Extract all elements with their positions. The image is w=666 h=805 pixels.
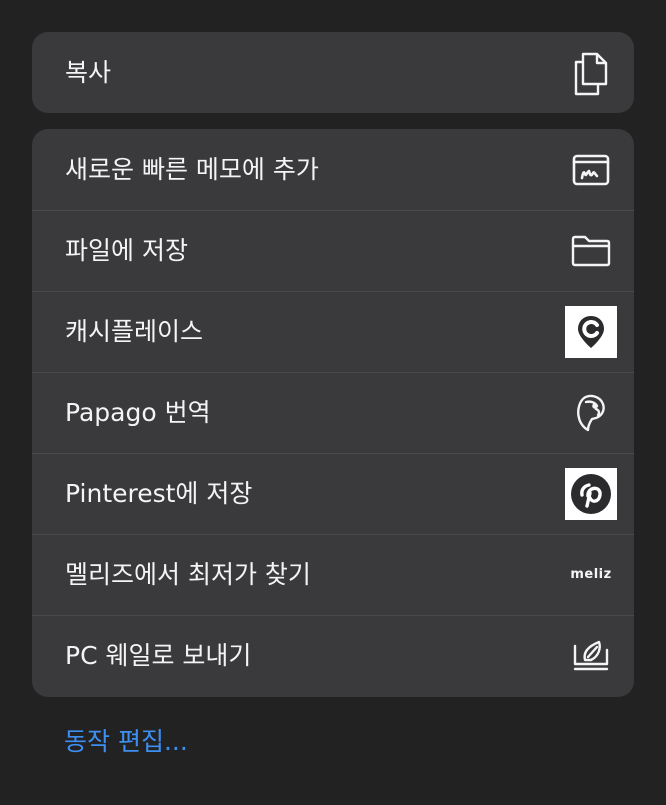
copy-group: 복사 (32, 32, 634, 113)
quick-note-icon (565, 144, 617, 196)
action-label: 멜리즈에서 최저가 찾기 (65, 560, 311, 589)
copy-icon (565, 47, 617, 99)
action-label: Pinterest에 저장 (65, 479, 253, 508)
cashplace-logo-icon (565, 305, 617, 358)
action-label: 캐시플레이스 (65, 317, 204, 346)
action-whale-send[interactable]: PC 웨일로 보내기 (32, 615, 634, 696)
action-save-to-files[interactable]: 파일에 저장 (32, 210, 634, 291)
action-cashplace[interactable]: 캐시플레이스 (32, 291, 634, 372)
action-label: 파일에 저장 (65, 236, 188, 265)
action-papago-translate[interactable]: Papago 번역 (32, 372, 634, 453)
whale-send-icon (565, 630, 617, 682)
copy-action[interactable]: 복사 (32, 32, 634, 113)
action-label: Papago 번역 (65, 398, 211, 427)
meliz-logo-text: meliz (570, 567, 612, 582)
action-pinterest-save[interactable]: Pinterest에 저장 (32, 453, 634, 534)
action-meliz-lowest-price[interactable]: 멜리즈에서 최저가 찾기 meliz (32, 534, 634, 615)
pinterest-logo-icon (565, 467, 617, 520)
share-actions-group: 새로운 빠른 메모에 추가 파일에 저장 캐시플레이스 Papago 번역 Pi… (32, 129, 634, 697)
copy-label: 복사 (65, 58, 112, 87)
papago-parrot-icon (565, 387, 617, 439)
edit-actions-link[interactable]: 동작 편집... (64, 722, 188, 758)
folder-icon (565, 225, 617, 277)
action-label: PC 웨일로 보내기 (65, 641, 252, 670)
action-quick-note[interactable]: 새로운 빠른 메모에 추가 (32, 129, 634, 210)
action-label: 새로운 빠른 메모에 추가 (65, 155, 319, 184)
meliz-logo-icon: meliz (565, 549, 617, 601)
